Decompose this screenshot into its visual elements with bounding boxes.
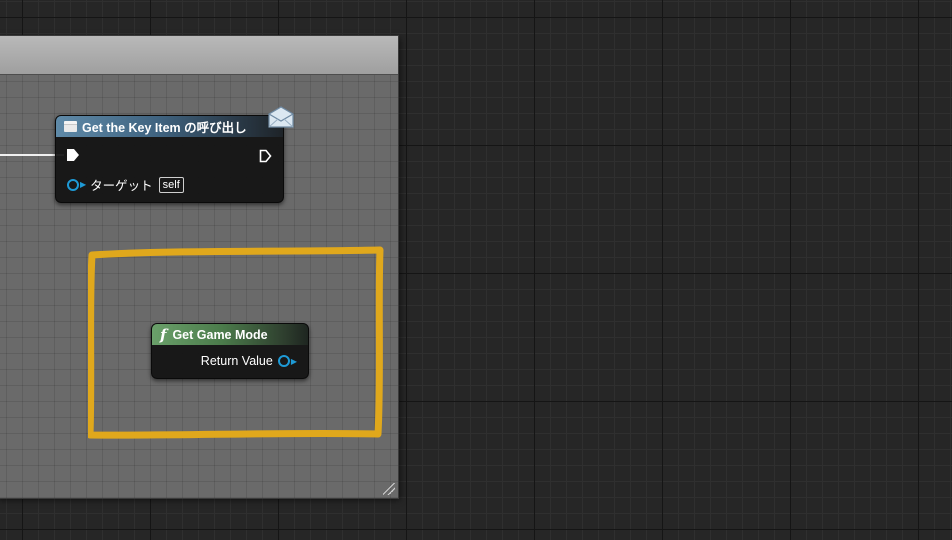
resize-grip-icon[interactable] [383,483,395,495]
return-value-pin-row[interactable]: Return Value ▶ [201,354,297,368]
target-label: ターゲット [90,179,153,193]
exec-input-pin[interactable] [67,149,79,161]
return-value-pin-icon[interactable] [277,355,290,367]
comment-header[interactable] [0,36,398,75]
pin-arrow-icon: ▶ [290,356,297,366]
func-node-header[interactable]: f Get Game Mode [152,324,308,345]
function-icon: f [160,325,167,344]
target-pin-row[interactable]: ▶ ターゲット self [67,175,184,194]
get-game-mode-node[interactable]: f Get Game Mode Return Value ▶ [151,323,309,379]
call-function-node[interactable]: Get the Key Item の呼び出し ▶ ターゲット self [55,115,284,203]
event-icon [64,121,77,132]
call-node-header[interactable]: Get the Key Item の呼び出し [56,116,283,137]
call-node-title: Get the Key Item の呼び出し [82,121,247,135]
func-node-title: Get Game Mode [172,327,268,342]
exec-output-pin[interactable] [259,149,272,163]
return-value-label: Return Value [200,354,273,368]
pin-arrow-icon: ▶ [80,180,87,189]
envelope-icon [268,106,294,128]
target-pin-icon[interactable] [67,178,79,191]
target-value-box: self [158,176,184,193]
